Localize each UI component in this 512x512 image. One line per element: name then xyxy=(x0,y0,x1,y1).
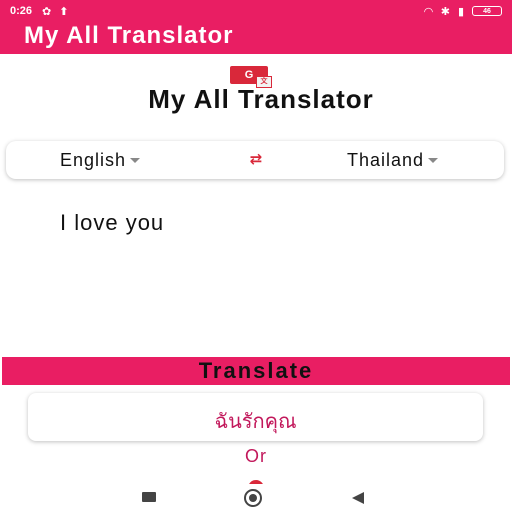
or-label: Or xyxy=(245,446,267,466)
translate-logo-icon: G 文 xyxy=(230,66,272,88)
page-title: My All Translator xyxy=(148,84,374,114)
result-card: ฉันรักคุณ xyxy=(28,393,483,441)
system-navigation-bar xyxy=(0,484,512,512)
upload-icon: ⬆ xyxy=(59,5,69,18)
gear-icon: ✿ xyxy=(42,5,52,18)
recent-apps-icon[interactable] xyxy=(142,492,156,502)
bluetooth-icon: ✱ xyxy=(440,5,450,18)
back-icon[interactable] xyxy=(352,492,364,504)
chevron-down-icon xyxy=(428,158,439,163)
home-icon[interactable] xyxy=(244,489,262,507)
app-bar: My All Translator xyxy=(0,22,512,54)
status-bar: 0:26 ✿ ⬆ ◠ ✱ ▮ 46 xyxy=(0,0,512,22)
status-time: 0:26 xyxy=(10,5,33,17)
signal-icon: ▮ xyxy=(457,5,464,18)
logo-letter: G xyxy=(244,69,254,81)
source-language-dropdown[interactable]: English xyxy=(60,150,141,171)
target-language-dropdown[interactable]: Thailand xyxy=(347,150,439,171)
language-selector-bar: English ⇄ Thailand xyxy=(6,141,504,179)
translate-button[interactable]: Translate xyxy=(2,357,510,385)
wifi-icon: ◠ xyxy=(424,5,433,18)
app-bar-title: My All Translator xyxy=(24,22,234,49)
chevron-down-icon xyxy=(130,158,141,163)
source-text-input[interactable]: I love you xyxy=(60,210,164,236)
target-language-label: Thailand xyxy=(347,150,425,170)
battery-icon: 46 xyxy=(472,6,502,16)
source-language-label: English xyxy=(60,150,127,170)
swap-arrows-icon[interactable]: ⇄ xyxy=(240,151,272,169)
translated-text: ฉันรักคุณ xyxy=(214,409,297,433)
